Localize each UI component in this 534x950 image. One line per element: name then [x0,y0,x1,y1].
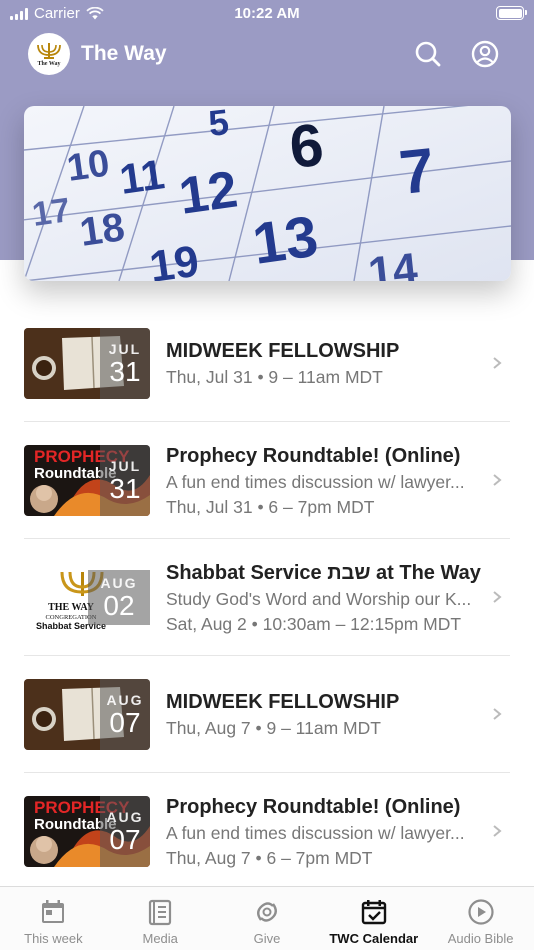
calendar-check-icon [361,900,386,925]
banner-number: 14 [366,244,420,281]
calendar-icon [42,900,65,923]
status-time: 10:22 AM [234,5,300,22]
tab-label: Give [253,931,281,946]
event-row[interactable]: PROPHECY Roundtable AUG 07 Prophecy Roun… [24,773,510,890]
date-month: JUL [108,457,142,474]
banner-number: 13 [249,204,322,277]
tab-twc-calendar[interactable]: TWC Calendar [320,887,427,950]
tab-give[interactable]: Give [214,887,321,950]
banner-number: 6 [286,111,326,181]
event-time: Thu, Aug 7 • 6 – 7pm MDT [166,848,373,868]
tab-label: TWC Calendar [329,931,419,946]
chevron-right-icon [493,591,502,603]
event-thumbnail: PROPHECY Roundtable AUG 07 [24,796,150,867]
banner-number: 7 [396,136,438,208]
event-row[interactable]: JUL 31 MIDWEEK FELLOWSHIP Thu, Jul 31 • … [24,305,510,422]
tab-bar: This week Media Give TWC Calendar Audio … [0,886,534,950]
date-day: 07 [109,823,141,855]
status-bar: Carrier 10:22 AM [0,0,534,28]
event-time: Thu, Aug 7 • 9 – 11am MDT [166,718,381,738]
date-badge: JUL 31 [100,328,150,399]
date-badge: AUG 02 [88,570,150,625]
event-thumbnail: PROPHECY Roundtable JUL 31 [24,445,150,516]
date-badge: JUL 31 [100,445,150,516]
event-list: JUL 31 MIDWEEK FELLOWSHIP Thu, Jul 31 • … [0,305,534,890]
date-day: 02 [103,589,135,621]
banner-number: 18 [77,205,127,255]
profile-button[interactable] [469,38,501,70]
event-thumbnail: AUG 07 [24,679,150,750]
event-time: Thu, Jul 31 • 9 – 11am MDT [166,367,383,387]
chevron-right-icon [493,825,502,837]
app-bar: The Way The Way [0,30,534,80]
tab-label: This week [24,931,83,946]
calendar-banner-image[interactable]: 5 6 7 10 11 12 13 17 18 19 14 [24,106,511,281]
event-description: A fun end times discussion w/ lawyer... [166,823,465,843]
date-month: AUG [106,691,144,708]
banner-number: 5 [207,106,231,144]
tab-this-week[interactable]: This week [0,887,107,950]
book-icon [149,899,172,926]
tab-media[interactable]: Media [107,887,214,950]
banner-number: 19 [147,237,202,281]
tab-audio-bible[interactable]: Audio Bible [427,887,534,950]
event-description: Study God's Word and Worship our K... [166,589,472,609]
search-icon [415,41,441,67]
app-logo[interactable]: The Way [28,33,70,75]
banner-number: 10 [64,142,112,189]
banner-number: 17 [30,191,73,234]
event-title: MIDWEEK FELLOWSHIP [166,340,400,362]
date-month: AUG [106,808,144,825]
account-icon [471,40,499,68]
event-row[interactable]: PROPHECY Roundtable JUL 31 Prophecy Roun… [24,422,510,539]
event-row[interactable]: THE WAY CONGREGATION Shabbat Service AUG… [24,539,510,656]
chevron-right-icon [493,708,502,720]
give-icon [257,902,277,922]
event-title: MIDWEEK FELLOWSHIP [166,691,400,713]
event-time: Thu, Jul 31 • 6 – 7pm MDT [166,497,375,517]
tab-label: Media [142,931,178,946]
event-description: A fun end times discussion w/ lawyer... [166,472,465,492]
banner-number: 11 [117,150,168,203]
search-button[interactable] [412,38,444,70]
play-circle-icon [467,899,494,925]
event-thumbnail: THE WAY CONGREGATION Shabbat Service AUG… [24,562,150,633]
date-month: AUG [100,574,138,591]
date-day: 31 [109,355,141,387]
date-month: JUL [108,340,142,357]
battery-icon [496,6,527,20]
tab-label: Audio Bible [447,931,514,946]
date-day: 31 [109,472,141,504]
event-thumbnail: JUL 31 [24,328,150,399]
calendar-photo: 5 6 7 10 11 12 13 17 18 19 14 [24,106,511,281]
date-day: 07 [109,706,141,738]
logo-text: The Way [37,61,60,67]
event-title: Prophecy Roundtable! (Online) [166,445,461,467]
banner-number: 12 [176,160,241,225]
chevron-right-icon [493,357,502,369]
chevron-right-icon [493,474,502,486]
app-title: The Way [81,42,167,65]
date-badge: AUG 07 [100,679,150,750]
event-title: Prophecy Roundtable! (Online) [166,796,461,818]
event-row[interactable]: AUG 07 MIDWEEK FELLOWSHIP Thu, Aug 7 • 9… [24,656,510,773]
date-badge: AUG 07 [100,796,150,867]
menorah-logo-icon: The Way [37,43,61,67]
event-title: Shabbat Service שבת at The Way [166,562,481,584]
event-time: Sat, Aug 2 • 10:30am – 12:15pm MDT [166,614,462,634]
